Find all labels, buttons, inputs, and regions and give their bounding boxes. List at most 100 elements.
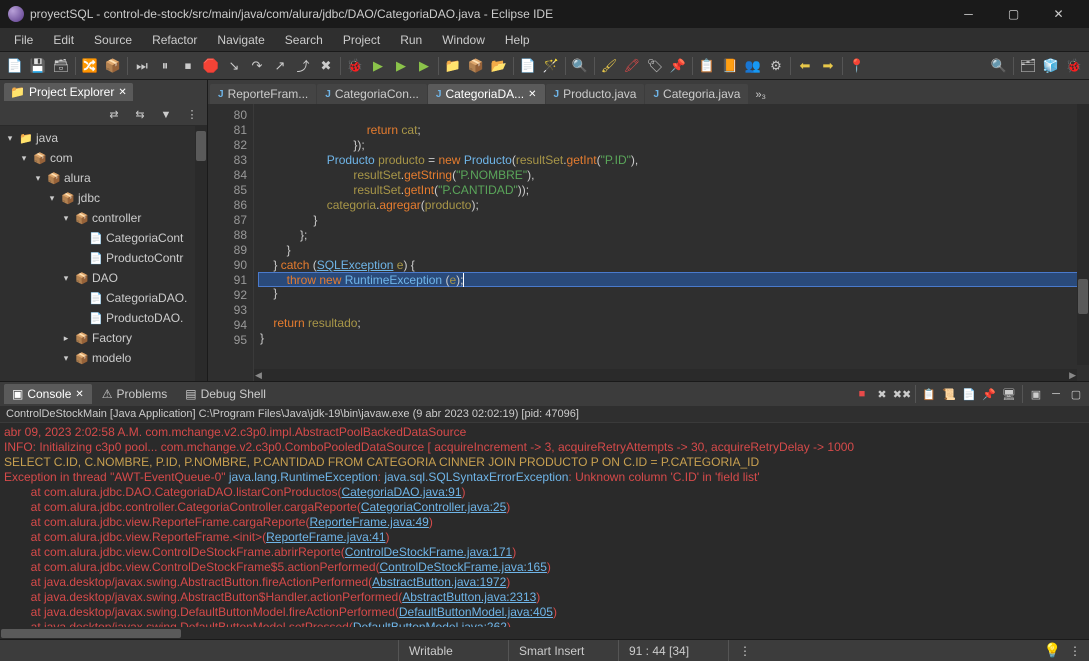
close-icon[interactable]: ✕ bbox=[75, 389, 83, 400]
menu-search[interactable]: Search bbox=[275, 29, 333, 51]
code-content[interactable]: return cat; }); Producto producto = new … bbox=[254, 104, 1089, 381]
coverage-icon[interactable]: ▶ bbox=[390, 55, 412, 77]
editor-tab[interactable]: JCategoriaDA...✕ bbox=[428, 84, 545, 104]
menu-help[interactable]: Help bbox=[495, 29, 540, 51]
disconnect-icon[interactable]: 🛑 bbox=[200, 55, 222, 77]
chevron-icon[interactable]: ▾ bbox=[46, 193, 58, 204]
removeall-icon[interactable]: ✖✖ bbox=[893, 385, 911, 403]
maximize-button[interactable]: ▢ bbox=[991, 0, 1036, 28]
editor-tab[interactable]: JCategoriaCon... bbox=[317, 84, 427, 104]
open-console-icon[interactable]: ▣ bbox=[1027, 385, 1045, 403]
search2-icon[interactable]: 🔍 bbox=[569, 55, 591, 77]
menu-file[interactable]: File bbox=[4, 29, 43, 51]
tree-item[interactable]: 📄ProductoDAO. bbox=[0, 308, 207, 328]
scrollbar-v[interactable] bbox=[195, 126, 207, 381]
people-icon[interactable]: 👥 bbox=[742, 55, 764, 77]
skip-icon[interactable]: ⏭ bbox=[131, 55, 153, 77]
chevron-icon[interactable]: ▾ bbox=[32, 173, 44, 184]
menu-window[interactable]: Window bbox=[432, 29, 495, 51]
search-toolbar-icon[interactable]: 🔍 bbox=[988, 55, 1010, 77]
display-icon[interactable]: 🖥 bbox=[1000, 385, 1018, 403]
pin-icon[interactable]: 📌 bbox=[667, 55, 689, 77]
bottom-tab-console[interactable]: ▣Console✕ bbox=[4, 384, 92, 404]
bottom-tab-debug-shell[interactable]: ▤Debug Shell bbox=[177, 384, 274, 404]
toggle-icon[interactable]: 🔀 bbox=[79, 55, 101, 77]
tree-item[interactable]: ▾📦jdbc bbox=[0, 188, 207, 208]
menu-source[interactable]: Source bbox=[84, 29, 142, 51]
back-icon[interactable]: ⬅ bbox=[794, 55, 816, 77]
tree-item[interactable]: ▸📦Factory bbox=[0, 328, 207, 348]
stepover-icon[interactable]: ↷ bbox=[246, 55, 268, 77]
stepinto-icon[interactable]: ↘ bbox=[223, 55, 245, 77]
tree-item[interactable]: ▾📦com bbox=[0, 148, 207, 168]
terminate-button[interactable]: ■ bbox=[853, 385, 871, 403]
max-icon[interactable]: ▢ bbox=[1067, 385, 1085, 403]
newjava-icon[interactable]: 📄 bbox=[517, 55, 539, 77]
menu-project[interactable]: Project bbox=[333, 29, 390, 51]
newclass-icon[interactable]: 📁 bbox=[442, 55, 464, 77]
run-icon[interactable]: ▶ bbox=[367, 55, 389, 77]
console-scrollbar-h[interactable] bbox=[0, 627, 1077, 639]
pin2-icon[interactable]: 📍 bbox=[846, 55, 868, 77]
console-body[interactable]: abr 09, 2023 2:02:58 A.M. com.mchange.v2… bbox=[0, 423, 1089, 639]
wrap-icon[interactable]: 📄 bbox=[960, 385, 978, 403]
save-icon[interactable]: 💾 bbox=[27, 55, 49, 77]
editor-body[interactable]: 80818283848586878889909192939495 return … bbox=[208, 104, 1089, 381]
tree-item[interactable]: ▾📦controller bbox=[0, 208, 207, 228]
debug-icon[interactable]: 🐞 bbox=[344, 55, 366, 77]
clear-icon[interactable]: 📋 bbox=[920, 385, 938, 403]
editor-scrollbar-h[interactable]: ◀▶ bbox=[254, 369, 1077, 381]
chevron-icon[interactable]: ▾ bbox=[4, 133, 16, 144]
minimize-button[interactable]: ─ bbox=[946, 0, 991, 28]
tree-item[interactable]: ▾📁java bbox=[0, 128, 207, 148]
bottom-tab-problems[interactable]: ⚠Problems bbox=[94, 384, 175, 404]
stepout-icon[interactable]: ↗ bbox=[269, 55, 291, 77]
menu-edit[interactable]: Edit bbox=[43, 29, 84, 51]
editor-tab[interactable]: JCategoria.java bbox=[645, 84, 748, 104]
newpackage-icon[interactable]: 📦 bbox=[465, 55, 487, 77]
forward-icon[interactable]: ➡ bbox=[817, 55, 839, 77]
tree-item[interactable]: ▾📦modelo bbox=[0, 348, 207, 368]
pin-console-icon[interactable]: 📌 bbox=[980, 385, 998, 403]
close-button[interactable]: ✕ bbox=[1036, 0, 1081, 28]
tree-item[interactable]: ▾📦alura bbox=[0, 168, 207, 188]
book-icon[interactable]: 📙 bbox=[719, 55, 741, 77]
paint-icon[interactable]: 🖌 bbox=[598, 55, 620, 77]
tree-item[interactable]: ▾📦DAO bbox=[0, 268, 207, 288]
gear-icon[interactable]: ⚙ bbox=[765, 55, 787, 77]
java-perspective-icon[interactable]: 🧊 bbox=[1040, 55, 1062, 77]
close-icon[interactable]: ✕ bbox=[118, 87, 126, 98]
brush-icon[interactable]: 🖍 bbox=[621, 55, 643, 77]
openclass-icon[interactable]: 📂 bbox=[488, 55, 510, 77]
tree-item[interactable]: 📄ProductoContr bbox=[0, 248, 207, 268]
editor-tab[interactable]: JReporteFram... bbox=[210, 84, 316, 104]
resume-icon[interactable]: ⤴ bbox=[292, 55, 314, 77]
scroll-lock-icon[interactable]: 📜 bbox=[940, 385, 958, 403]
chevron-icon[interactable]: ▾ bbox=[60, 213, 72, 224]
tree-item[interactable]: 📄CategoriaCont bbox=[0, 228, 207, 248]
tree-item[interactable]: 📄CategoriaDAO. bbox=[0, 288, 207, 308]
saveall-icon[interactable]: 🗃 bbox=[50, 55, 72, 77]
build-icon[interactable]: 📦 bbox=[102, 55, 124, 77]
editor-tab[interactable]: JProducto.java bbox=[546, 84, 645, 104]
menu-icon[interactable]: ⋮ bbox=[181, 104, 203, 126]
project-tree[interactable]: ▾📁java▾📦com▾📦alura▾📦jdbc▾📦controller 📄Ca… bbox=[0, 126, 207, 381]
editor-scrollbar-v[interactable] bbox=[1077, 104, 1089, 365]
status-menu-icon[interactable]: ⋮ bbox=[1069, 644, 1081, 658]
stop-icon[interactable]: ⏹ bbox=[177, 55, 199, 77]
close-icon[interactable]: ✕ bbox=[528, 89, 536, 100]
tag-icon[interactable]: 🏷 bbox=[644, 55, 666, 77]
remove-icon[interactable]: ✖ bbox=[873, 385, 891, 403]
tip-icon[interactable]: 💡 bbox=[1044, 642, 1061, 659]
debug-perspective-icon[interactable]: 🐞 bbox=[1063, 55, 1085, 77]
chevron-icon[interactable]: ▾ bbox=[18, 153, 30, 164]
chevron-icon[interactable]: ▾ bbox=[60, 353, 72, 364]
tab-overflow[interactable]: »₃ bbox=[749, 86, 772, 104]
chevron-icon[interactable]: ▾ bbox=[60, 273, 72, 284]
terminate-icon[interactable]: ✖ bbox=[315, 55, 337, 77]
link-icon[interactable]: ⇆ bbox=[129, 104, 151, 126]
wand-icon[interactable]: 🪄 bbox=[540, 55, 562, 77]
runlast-icon[interactable]: ▶ bbox=[413, 55, 435, 77]
chevron-icon[interactable]: ▸ bbox=[60, 333, 72, 344]
project-explorer-tab[interactable]: 📁 Project Explorer ✕ bbox=[4, 83, 133, 101]
